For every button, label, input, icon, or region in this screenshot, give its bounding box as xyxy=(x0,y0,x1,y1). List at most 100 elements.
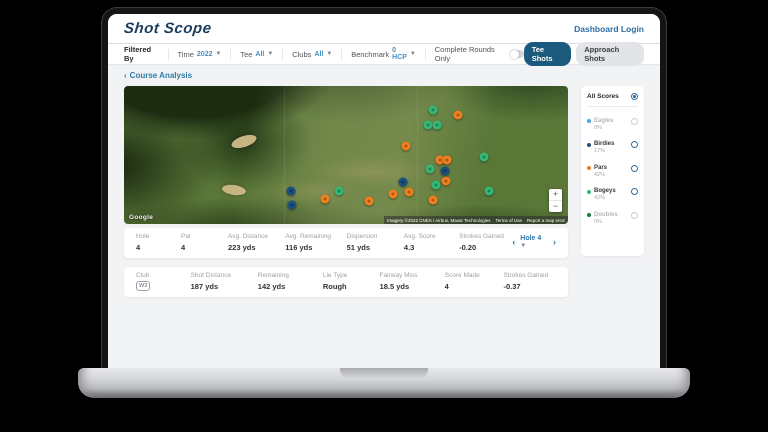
benchmark-value: 0 HCP xyxy=(392,47,407,61)
stat-value: 142 yds xyxy=(258,282,323,291)
chevron-down-icon: ▼ xyxy=(520,243,526,249)
hole-navigator: ‹ Hole 4 ▼ › xyxy=(512,235,556,249)
main-content: + − Google Imagery ©2022 CNES / Airbus, … xyxy=(108,84,660,297)
stat-avg-remaining: Avg. Remaining 116 yds xyxy=(285,233,346,252)
zoom-in-button[interactable]: + xyxy=(549,189,562,200)
shot-marker-par[interactable] xyxy=(364,196,373,205)
shot-marker-par[interactable] xyxy=(443,155,452,164)
shot-marker-par[interactable] xyxy=(404,187,413,196)
time-filter[interactable]: Time 2022 ▼ xyxy=(178,50,222,59)
benchmark-label: Benchmark xyxy=(351,50,389,59)
chevron-down-icon: ▼ xyxy=(326,51,332,57)
shot-marker-par[interactable] xyxy=(442,176,451,185)
chevron-down-icon: ▼ xyxy=(410,51,416,57)
doubles-color-dot xyxy=(587,213,591,217)
benchmark-filter[interactable]: Benchmark 0 HCP ▼ xyxy=(351,47,416,61)
stat-value: 18.5 yds xyxy=(380,282,445,291)
dashboard-login-link[interactable]: Dashboard Login xyxy=(574,24,644,34)
tee-label: Tee xyxy=(240,50,252,59)
breadcrumb[interactable]: ‹ Course Analysis xyxy=(108,65,660,84)
stat-label: Dispersion xyxy=(347,233,404,240)
map-tile-seam xyxy=(284,86,285,224)
complete-rounds-row: Complete Rounds Only xyxy=(435,45,524,63)
shot-marker-bogey[interactable] xyxy=(484,186,493,195)
radio-selected-icon[interactable] xyxy=(631,93,638,100)
stat-label: Avg. Score xyxy=(404,233,459,240)
stat-value: 4.3 xyxy=(404,243,459,252)
shot-marker-bogey[interactable] xyxy=(429,106,438,115)
map-column: + − Google Imagery ©2022 CNES / Airbus, … xyxy=(124,86,568,297)
map-tile-seam xyxy=(417,86,418,224)
shot-marker-bogey[interactable] xyxy=(433,121,442,130)
stat-avg-distance: Avg. Distance 223 yds xyxy=(228,233,285,252)
shot-marker-birdie[interactable] xyxy=(286,186,295,195)
shot-marker-par[interactable] xyxy=(389,189,398,198)
divider xyxy=(282,49,283,60)
stat-value: 116 yds xyxy=(285,243,346,252)
radio-icon[interactable] xyxy=(631,165,638,172)
chevron-down-icon: ▼ xyxy=(215,51,221,57)
laptop-base xyxy=(78,368,690,398)
radio-icon[interactable] xyxy=(631,212,638,219)
all-scores-option[interactable]: All Scores xyxy=(587,93,638,107)
stat-remaining: Remaining 142 yds xyxy=(258,272,323,291)
tee-shots-button[interactable]: Tee Shots xyxy=(524,42,572,66)
score-option-doubles[interactable]: Doubles 0% xyxy=(587,212,638,225)
laptop-screen: Shot Scope Dashboard Login Filtered By T… xyxy=(101,7,667,368)
time-label: Time xyxy=(178,50,194,59)
all-scores-label: All Scores xyxy=(587,93,619,100)
sand-bunker xyxy=(229,132,257,150)
clubs-filter[interactable]: Clubs All ▼ xyxy=(292,50,332,59)
report-error-link[interactable]: Report a map error xyxy=(527,218,565,223)
shot-marker-birdie[interactable] xyxy=(398,177,407,186)
score-option-pars[interactable]: Pars 42% xyxy=(587,165,638,178)
pars-pct: 42% xyxy=(594,172,607,178)
complete-rounds-toggle[interactable] xyxy=(510,50,523,58)
hole-select[interactable]: Hole 4 ▼ xyxy=(520,235,548,249)
approach-shots-button[interactable]: Approach Shots xyxy=(576,42,644,66)
map-zoom-control: + − xyxy=(549,189,562,212)
shot-marker-bogey[interactable] xyxy=(431,180,440,189)
course-analysis-link: Course Analysis xyxy=(130,71,192,80)
shot-marker-par[interactable] xyxy=(429,195,438,204)
terms-of-use-link[interactable]: Terms of Use xyxy=(495,218,522,223)
tee-filter[interactable]: Tee All ▼ xyxy=(240,50,273,59)
course-map[interactable]: + − Google Imagery ©2022 CNES / Airbus, … xyxy=(124,86,568,224)
shot-marker-birdie[interactable] xyxy=(288,200,297,209)
next-hole-button[interactable]: › xyxy=(553,237,556,247)
doubles-pct: 0% xyxy=(594,219,618,225)
stat-value: 4 xyxy=(445,282,504,291)
stat-label: Strokes Gained xyxy=(503,272,548,279)
stat-label: Par xyxy=(181,233,228,240)
shot-marker-bogey[interactable] xyxy=(334,186,343,195)
stat-dispersion: Dispersion 51 yds xyxy=(347,233,404,252)
shot-marker-birdie[interactable] xyxy=(441,166,450,175)
doubles-label: Doubles xyxy=(594,212,618,218)
laptop-notch xyxy=(340,368,428,379)
stat-par: Par 4 xyxy=(181,233,228,252)
prev-hole-button[interactable]: ‹ xyxy=(512,237,515,247)
score-option-bogeys[interactable]: Bogeys 42% xyxy=(587,188,638,201)
stat-label: Club xyxy=(136,272,191,279)
score-option-birdies[interactable]: Birdies 17% xyxy=(587,141,638,154)
shot-marker-bogey[interactable] xyxy=(425,164,434,173)
score-filter-panel: All Scores Eagles 0% Birdies 17% xyxy=(581,86,644,256)
stat-avg-score: Avg. Score 4.3 xyxy=(404,233,459,252)
stat-label: Hole xyxy=(136,233,181,240)
shot-marker-bogey[interactable] xyxy=(424,121,433,130)
zoom-out-button[interactable]: − xyxy=(549,201,562,212)
stat-label: Fairway Miss xyxy=(380,272,445,279)
shot-marker-par[interactable] xyxy=(454,111,463,120)
radio-icon[interactable] xyxy=(631,188,638,195)
radio-icon[interactable] xyxy=(631,141,638,148)
stat-shot-strokes-gained: Strokes Gained -0.37 xyxy=(503,272,548,291)
stat-label: Remaining xyxy=(258,272,323,279)
shot-marker-par[interactable] xyxy=(401,142,410,151)
radio-icon[interactable] xyxy=(631,118,638,125)
shot-marker-bogey[interactable] xyxy=(479,152,488,161)
stat-shot-distance: Shot Distance 187 yds xyxy=(191,272,258,291)
google-logo: Google xyxy=(129,214,153,221)
score-option-eagles[interactable]: Eagles 0% xyxy=(587,118,638,131)
shot-marker-par[interactable] xyxy=(321,194,330,203)
stat-value: 4 xyxy=(181,243,228,252)
